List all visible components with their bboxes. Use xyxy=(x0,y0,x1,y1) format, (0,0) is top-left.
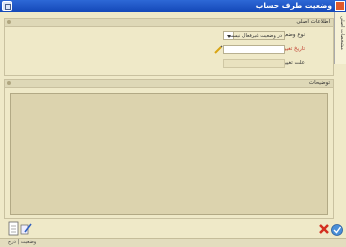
delete-icon[interactable] xyxy=(318,223,330,235)
status-type-select[interactable]: در وضعیت غیرفعال نیست xyxy=(223,31,285,40)
change-date-input[interactable] xyxy=(223,45,285,54)
title-bar: وضعیت طرف حساب xyxy=(0,0,346,12)
notes-header: توضیحات xyxy=(5,80,333,88)
tab-main-info-label: مشخصات اصلی xyxy=(339,16,345,50)
notes-textarea[interactable] xyxy=(10,93,328,215)
app-icon xyxy=(335,1,345,11)
save-icon[interactable] xyxy=(330,223,344,236)
status-text: وضعیت | درج xyxy=(8,239,37,245)
window-title: وضعیت طرف حساب xyxy=(255,1,332,10)
collapse-icon[interactable] xyxy=(7,20,11,24)
bottom-toolbar xyxy=(0,220,346,238)
collapse-icon[interactable] xyxy=(7,81,11,85)
window-menu-button[interactable] xyxy=(2,1,12,11)
notes-panel: توضیحات xyxy=(4,79,334,219)
dialog-window: وضعیت طرف حساب مشخصات اصلی اطلاعات اصلی … xyxy=(0,0,346,247)
change-reason-input[interactable] xyxy=(223,59,285,68)
main-info-title: اطلاعات اصلی xyxy=(296,19,330,25)
pencil-icon[interactable] xyxy=(214,45,223,54)
document-icon[interactable] xyxy=(8,221,19,236)
tab-main-info[interactable]: مشخصات اصلی xyxy=(334,12,346,64)
status-type-value: در وضعیت غیرفعال نیست xyxy=(227,33,282,39)
edit-icon[interactable] xyxy=(20,222,32,235)
change-date-label: تاریخ تغییر xyxy=(281,46,305,52)
main-info-panel: اطلاعات اصلی نوع وضعیت در وضعیت غیرفعال … xyxy=(4,18,334,76)
change-reason-label: علت تغییر xyxy=(282,60,305,66)
main-info-header: اطلاعات اصلی xyxy=(5,19,333,27)
notes-title: توضیحات xyxy=(308,80,330,86)
